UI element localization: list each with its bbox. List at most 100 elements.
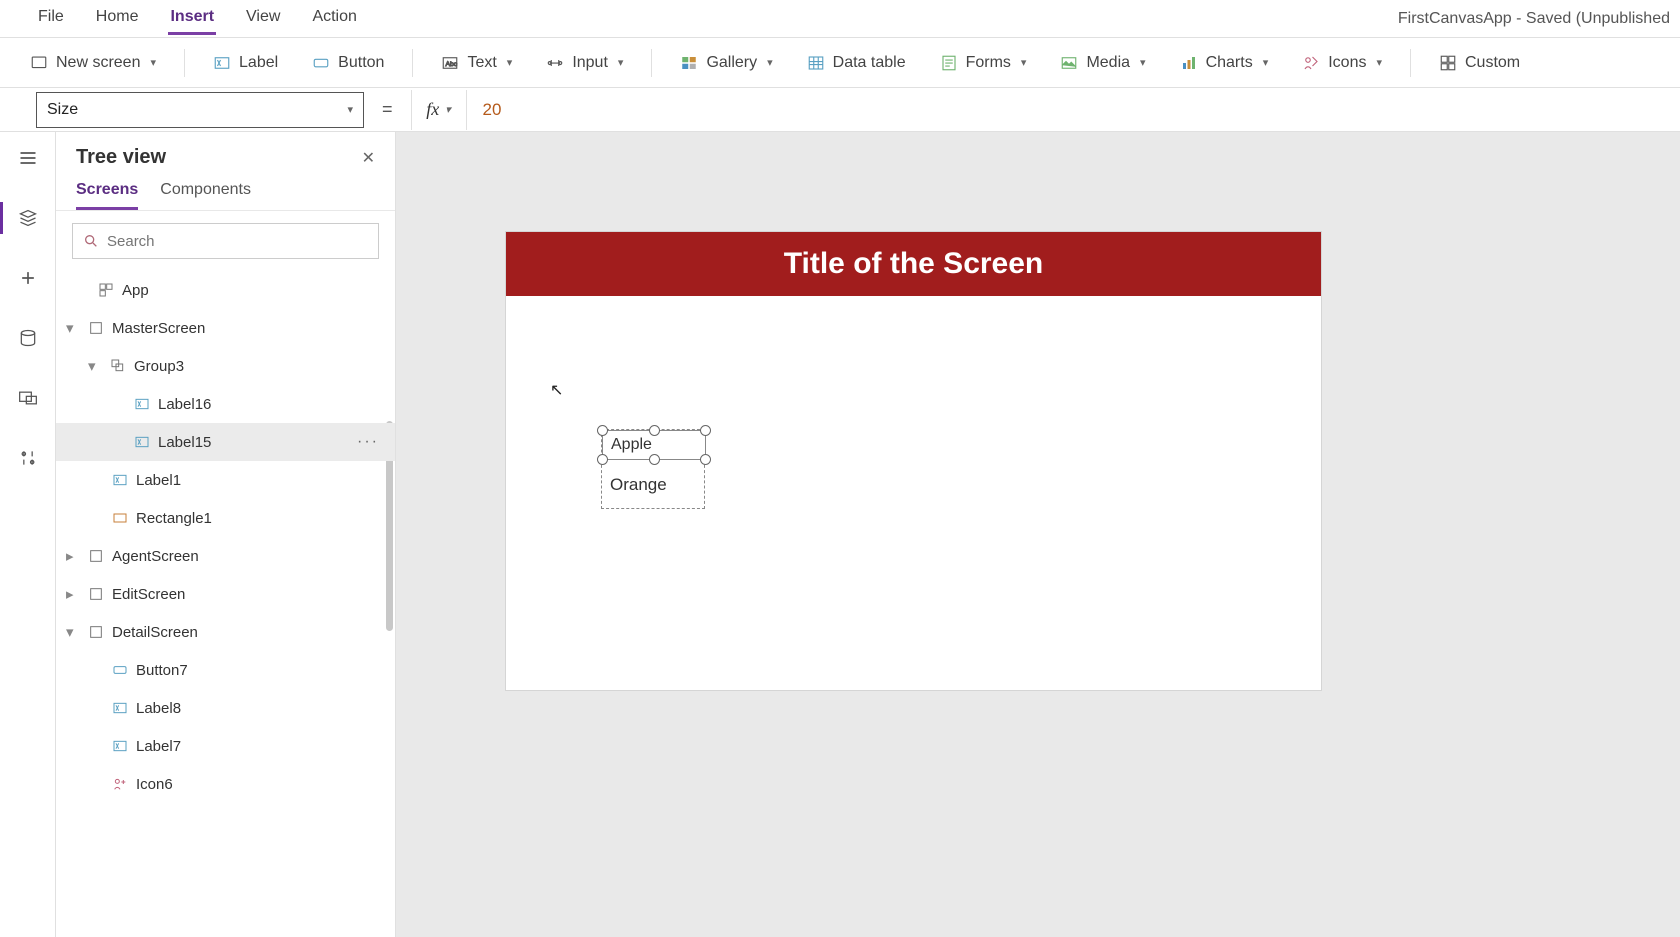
tab-components[interactable]: Components <box>160 181 251 210</box>
tree-node-app[interactable]: App <box>56 271 395 309</box>
artboard-masterscreen[interactable]: Title of the Screen Apple Orange <box>506 232 1321 690</box>
label-button-label: Label <box>239 54 278 72</box>
resize-handle-nw[interactable] <box>597 425 608 436</box>
data-rail-icon[interactable] <box>16 326 40 350</box>
menu-item-view[interactable]: View <box>244 2 282 35</box>
tree-node-label7[interactable]: Label7 <box>56 727 395 765</box>
input-dropdown[interactable]: Input ▾ <box>540 50 629 76</box>
menu-item-file[interactable]: File <box>36 2 66 35</box>
data-table-button[interactable]: Data table <box>801 50 912 76</box>
equals-sign: = <box>382 99 393 120</box>
separator <box>1410 49 1411 77</box>
tree-view-icon[interactable] <box>16 206 40 230</box>
tree-node-group3[interactable]: ▾ Group3 <box>56 347 395 385</box>
property-input[interactable] <box>47 101 307 119</box>
resize-handle-sw[interactable] <box>597 454 608 465</box>
label-icon <box>213 54 231 72</box>
tree-node-label: Icon6 <box>136 776 173 793</box>
chevron-down-icon: ▾ <box>445 103 451 116</box>
menu-item-action[interactable]: Action <box>310 2 358 35</box>
charts-dropdown-label: Charts <box>1206 54 1253 72</box>
media-rail-icon[interactable] <box>16 386 40 410</box>
tree-node-agentscreen[interactable]: ▸ AgentScreen <box>56 537 395 575</box>
charts-icon <box>1180 54 1198 72</box>
tree-view-header: Tree view ✕ <box>56 132 395 177</box>
button-button-label: Button <box>338 54 384 72</box>
tree-node-label: Label7 <box>136 738 181 755</box>
tree-node-detailscreen[interactable]: ▾ DetailScreen <box>56 613 395 651</box>
tree-node-label: Button7 <box>136 662 188 679</box>
search-box[interactable] <box>72 223 379 259</box>
custom-dropdown[interactable]: Custom <box>1433 50 1526 76</box>
text-dropdown[interactable]: Abc Text ▾ <box>435 50 518 76</box>
separator <box>184 49 185 77</box>
tree-node-label16[interactable]: Label16 <box>56 385 395 423</box>
icons-dropdown[interactable]: Icons ▾ <box>1296 50 1388 76</box>
canvas-area[interactable]: Title of the Screen Apple Orange ↖ <box>396 132 1680 937</box>
tree-node-label8[interactable]: Label8 <box>56 689 395 727</box>
tree-view-title: Tree view <box>76 146 166 169</box>
screen-icon <box>88 548 104 564</box>
tree-node-rectangle1[interactable]: Rectangle1 <box>56 499 395 537</box>
chevron-down-icon: ▾ <box>1376 56 1382 69</box>
icon6-icon <box>112 776 128 792</box>
chevron-down-icon[interactable]: ▾ <box>66 623 80 641</box>
search-icon <box>83 233 99 249</box>
advanced-tools-icon[interactable] <box>16 446 40 470</box>
fx-button[interactable]: fx ▾ <box>411 90 467 130</box>
gallery-dropdown[interactable]: Gallery ▾ <box>674 50 778 76</box>
hamburger-icon[interactable] <box>16 146 40 170</box>
resize-handle-s[interactable] <box>649 454 660 465</box>
screen-icon <box>88 320 104 336</box>
menu-item-home[interactable]: Home <box>94 2 141 35</box>
insert-ribbon: New screen ▾ Label Button Abc Text ▾ Inp… <box>0 38 1680 88</box>
label-button[interactable]: Label <box>207 50 284 76</box>
resize-handle-ne[interactable] <box>700 425 711 436</box>
tree-scroll[interactable]: App ▾ MasterScreen ▾ Group3 Label16 Labe… <box>56 271 395 937</box>
tree-node-button7[interactable]: Button7 <box>56 651 395 689</box>
chevron-down-icon[interactable]: ▾ <box>88 357 102 375</box>
tree-node-label: Label1 <box>136 472 181 489</box>
tree-node-label: DetailScreen <box>112 624 198 641</box>
tree-node-label1[interactable]: Label1 <box>56 461 395 499</box>
group3-outline[interactable]: Apple Orange <box>601 429 705 509</box>
tree-node-masterscreen[interactable]: ▾ MasterScreen <box>56 309 395 347</box>
new-screen-button[interactable]: New screen ▾ <box>24 50 162 76</box>
gallery-icon <box>680 54 698 72</box>
close-icon[interactable]: ✕ <box>362 148 375 168</box>
screen-title-band[interactable]: Title of the Screen <box>506 232 1321 296</box>
chevron-down-icon[interactable]: ▾ <box>66 319 80 337</box>
label-icon <box>112 738 128 754</box>
media-dropdown[interactable]: Media ▾ <box>1054 50 1151 76</box>
forms-dropdown[interactable]: Forms ▾ <box>934 50 1033 76</box>
fx-icon: fx <box>426 99 439 120</box>
label16-control[interactable]: Orange <box>602 467 702 503</box>
insert-rail-icon[interactable] <box>16 266 40 290</box>
chevron-down-icon: ▾ <box>507 56 513 69</box>
charts-dropdown[interactable]: Charts ▾ <box>1174 50 1275 76</box>
resize-handle-n[interactable] <box>649 425 660 436</box>
tree-node-label15[interactable]: Label15 ··· <box>56 423 395 461</box>
text-dropdown-label: Text <box>467 54 496 72</box>
chevron-right-icon[interactable]: ▸ <box>66 585 80 603</box>
custom-dropdown-label: Custom <box>1465 54 1520 72</box>
formula-value[interactable]: 20 <box>467 100 502 120</box>
resize-handle-se[interactable] <box>700 454 711 465</box>
label-icon <box>134 396 150 412</box>
tree-node-label: Label16 <box>158 396 211 413</box>
tree-node-editscreen[interactable]: ▸ EditScreen <box>56 575 395 613</box>
search-input[interactable] <box>107 233 368 250</box>
screen-icon <box>88 586 104 602</box>
tree-node-icon6[interactable]: Icon6 <box>56 765 395 803</box>
more-icon[interactable]: ··· <box>357 433 379 451</box>
chevron-right-icon[interactable]: ▸ <box>66 547 80 565</box>
label-icon <box>112 472 128 488</box>
label16-text: Orange <box>610 475 667 495</box>
label15-control[interactable]: Apple <box>602 430 706 460</box>
group-icon <box>110 358 126 374</box>
property-selector[interactable]: ▾ <box>36 92 364 128</box>
button-button[interactable]: Button <box>306 50 390 76</box>
menu-item-insert[interactable]: Insert <box>168 2 216 35</box>
tab-screens[interactable]: Screens <box>76 181 138 210</box>
label-icon <box>112 700 128 716</box>
